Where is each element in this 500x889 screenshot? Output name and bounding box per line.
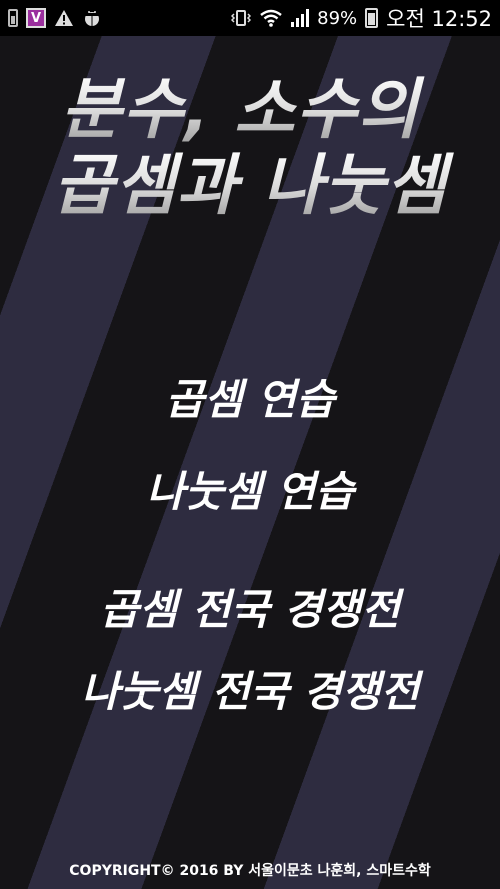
battery-small-icon: [8, 9, 18, 27]
battery-percent: 89%: [317, 7, 358, 29]
copyright-text: COPYRIGHT© 2016 BY 서울이문초 나훈희, 스마트수학: [69, 863, 431, 879]
status-bar: V 89% 오전 12:52: [0, 0, 500, 36]
android-debug-icon: [85, 11, 99, 26]
multiplication-practice-button[interactable]: 곱셈 연습: [0, 372, 500, 428]
app-title-line1: 분수, 소수의: [0, 72, 500, 148]
battery-icon: [365, 8, 379, 28]
wifi-icon: [260, 9, 282, 27]
status-bar-right: 89% 오전 12:52: [231, 3, 492, 33]
multiplication-contest-button[interactable]: 곱셈 전국 경쟁전: [0, 582, 500, 638]
division-practice-button[interactable]: 나눗셈 연습: [0, 464, 500, 520]
app-title: 분수, 소수의 곱셈과 나눗셈: [0, 72, 500, 224]
clock: 오전 12:52: [386, 7, 492, 31]
warning-icon: [55, 10, 73, 26]
app-title-line2: 곱셈과 나눗셈: [0, 148, 500, 224]
vibrate-icon: [231, 10, 252, 26]
v-app-icon: V: [26, 8, 46, 28]
division-contest-button[interactable]: 나눗셈 전국 경쟁전: [0, 664, 500, 720]
status-bar-left: V: [8, 8, 102, 28]
signal-icon: [291, 9, 310, 27]
